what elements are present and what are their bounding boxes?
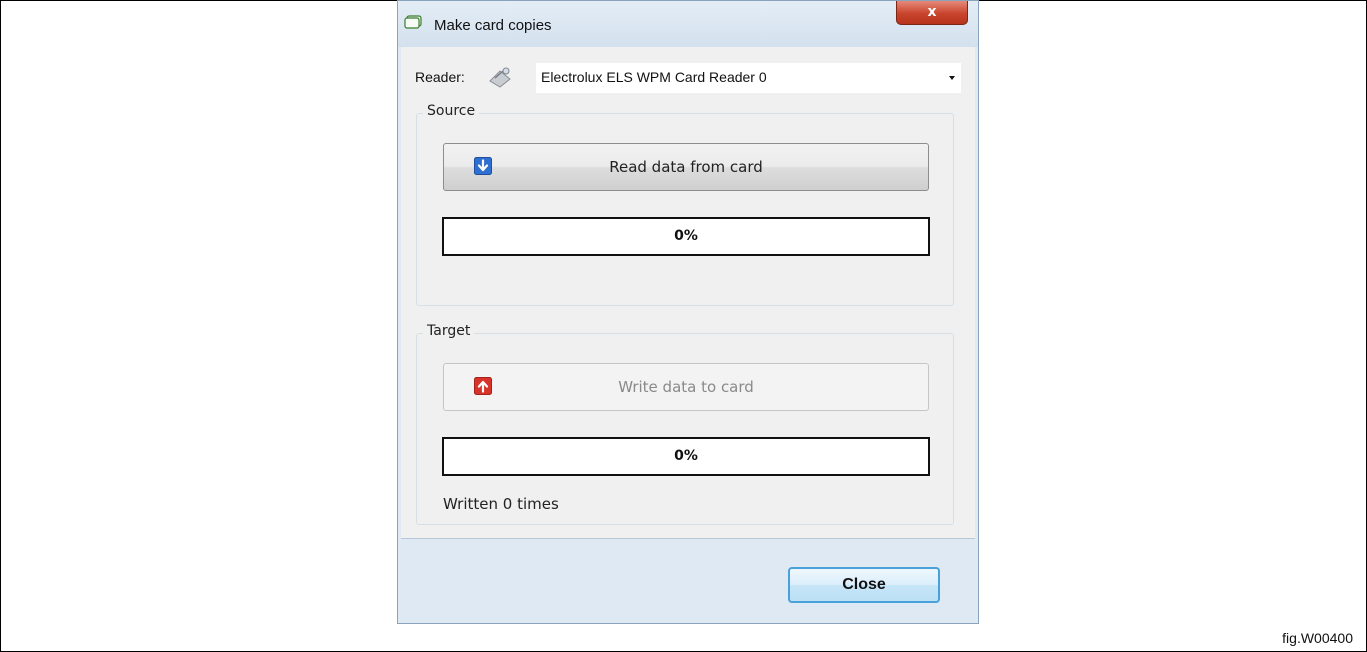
target-progress-bar: 0%: [442, 437, 930, 476]
dialog-client-area: Reader: Electrolux ELS WPM Card Reader 0…: [401, 47, 975, 538]
card-reader-icon: [489, 67, 511, 88]
window-app-icon: [404, 15, 422, 29]
source-progress-text: 0%: [674, 228, 698, 244]
reader-row: Reader: Electrolux ELS WPM Card Reader 0: [415, 63, 961, 93]
target-progress-text: 0%: [674, 448, 698, 464]
close-button[interactable]: Close: [788, 567, 940, 603]
reader-dropdown[interactable]: Electrolux ELS WPM Card Reader 0: [536, 63, 961, 93]
target-group-title: Target: [423, 323, 475, 339]
close-icon: x: [927, 4, 937, 20]
window-title: Make card copies: [434, 17, 552, 34]
reader-selected-value: Electrolux ELS WPM Card Reader 0: [541, 69, 767, 85]
write-data-button[interactable]: Write data to card: [443, 363, 929, 411]
read-data-button-label: Read data from card: [609, 158, 763, 176]
footer-divider: [401, 538, 975, 539]
chevron-down-icon[interactable]: [949, 76, 955, 80]
source-group: Source Read data from card 0%: [416, 103, 954, 306]
written-count-text: Written 0 times: [443, 495, 559, 513]
source-group-title: Source: [423, 103, 480, 119]
reader-label: Reader:: [415, 69, 465, 85]
write-data-button-label: Write data to card: [618, 378, 754, 396]
title-bar[interactable]: Make card copies x: [398, 1, 978, 47]
make-card-copies-dialog: Make card copies x Reader: Electrolux EL…: [397, 0, 979, 624]
target-group: Target Write data to card 0% Written 0 t…: [416, 323, 954, 525]
window-close-button[interactable]: x: [896, 1, 968, 25]
read-data-button[interactable]: Read data from card: [443, 143, 929, 191]
source-progress-bar: 0%: [442, 217, 930, 256]
figure-caption: fig.W00400: [1282, 630, 1353, 646]
